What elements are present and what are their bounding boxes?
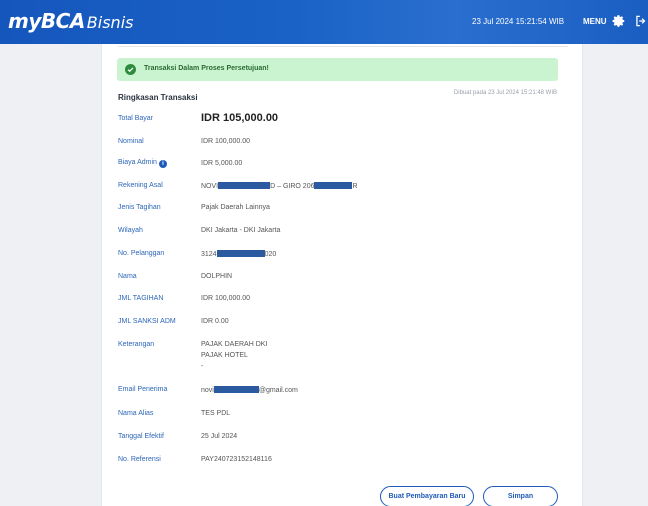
redacted-block	[216, 250, 265, 257]
tanggal-efektif-label: Tanggal Efektif	[118, 433, 164, 440]
summary-title: Ringkasan Transaksi	[118, 93, 198, 102]
jenis-tagihan-value: Pajak Daerah Lainnya	[201, 204, 270, 211]
email-part-a: novi	[201, 387, 214, 394]
no-pelanggan-value: 3124 020	[201, 250, 276, 258]
no-referensi-label: No. Referensi	[118, 456, 161, 463]
no-pelanggan-part-b: 020	[264, 251, 277, 258]
biaya-admin-label: Biaya Admin i	[118, 159, 167, 168]
nominal-label: Nominal	[118, 138, 144, 145]
top-header-bar: myBCA Bisnis 23 Jul 2024 15:21:54 WIB MEN…	[0, 0, 648, 44]
jml-tagihan-label: JML TAGIHAN	[118, 295, 164, 302]
logout-icon[interactable]	[634, 14, 648, 28]
transaction-summary-card: Transaksi Dalam Proses Persetujuan! Ring…	[101, 44, 583, 506]
biaya-admin-value: IDR 5,000.00	[201, 160, 243, 167]
logo-bca-text: BCA	[40, 9, 85, 33]
biaya-admin-label-text: Biaya Admin	[118, 159, 157, 166]
header-datetime: 23 Jul 2024 15:21:54 WIB	[472, 17, 565, 26]
no-pelanggan-part-a: 3124	[201, 251, 217, 258]
divider	[118, 46, 568, 47]
rekening-asal-part-a: NOVI	[201, 183, 219, 190]
nama-alias-value: TES PDL	[201, 410, 231, 417]
email-part-b: @gmail.com	[258, 387, 298, 394]
nama-label: Nama	[118, 273, 137, 280]
jml-sanksi-value: IDR 0.00	[201, 318, 229, 325]
keterangan-line-3: -	[201, 363, 204, 370]
total-bayar-value: IDR 105,000.00	[201, 112, 279, 124]
no-referensi-value: PAY240723152148116	[201, 456, 272, 463]
rekening-asal-part-c: R	[352, 183, 358, 190]
rekening-asal-part-b: D – GIRO 206	[270, 183, 315, 190]
nama-value: DOLPHIN	[201, 273, 233, 280]
redacted-block	[314, 182, 353, 189]
keterangan-line-1: PAJAK DAERAH DKI	[201, 341, 268, 348]
nama-alias-label: Nama Alias	[118, 410, 154, 417]
gear-icon[interactable]	[612, 14, 626, 28]
new-payment-button[interactable]: Buat Pembayaran Baru	[380, 486, 474, 506]
tanggal-efektif-value: 25 Jul 2024	[201, 433, 238, 440]
check-circle-icon	[125, 64, 136, 75]
nominal-value: IDR 100,000.00	[201, 138, 251, 145]
redacted-block	[218, 182, 271, 189]
rekening-asal-value: NOVI D – GIRO 206 R	[201, 182, 358, 190]
created-timestamp: Dibuat pada 23 Jul 2024 15:21:48 WIB	[453, 90, 557, 96]
mybca-bisnis-logo[interactable]: myBCA Bisnis	[8, 9, 133, 33]
email-penerima-value: novi @gmail.com	[201, 386, 298, 394]
info-icon[interactable]: i	[158, 160, 167, 168]
keterangan-line-2: PAJAK HOTEL	[201, 352, 248, 359]
menu-button[interactable]: MENU	[583, 17, 607, 26]
keterangan-label: Keterangan	[118, 341, 155, 348]
logo-bisnis-text: Bisnis	[86, 13, 134, 32]
logo-my-text: my	[8, 9, 41, 33]
save-button[interactable]: Simpan	[483, 486, 558, 506]
status-alert: Transaksi Dalam Proses Persetujuan!	[117, 58, 558, 81]
jenis-tagihan-label: Jenis Tagihan	[118, 204, 161, 211]
wilayah-value: DKI Jakarta - DKI Jakarta	[201, 227, 281, 234]
no-pelanggan-label: No. Pelanggan	[118, 250, 165, 257]
wilayah-label: Wilayah	[118, 227, 143, 234]
alert-message: Transaksi Dalam Proses Persetujuan!	[144, 65, 269, 72]
jml-tagihan-value: IDR 100,000.00	[201, 295, 251, 302]
email-penerima-label: Email Penerima	[118, 386, 168, 393]
jml-sanksi-label: JML SANKSI ADM	[118, 318, 176, 325]
total-bayar-label: Total Bayar	[118, 115, 154, 122]
rekening-asal-label: Rekening Asal	[118, 182, 163, 189]
redacted-block	[213, 386, 259, 393]
